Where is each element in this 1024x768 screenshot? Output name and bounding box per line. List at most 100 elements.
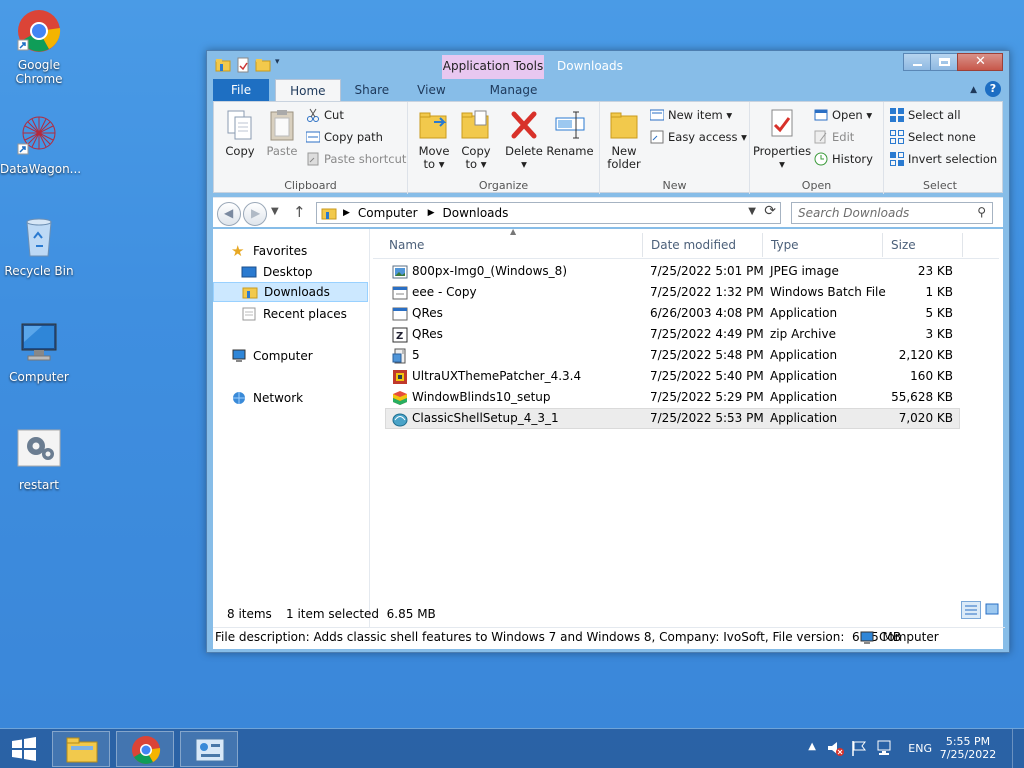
file-row[interactable]: eee - Copy 7/25/2022 1:32 PM Windows Batch… — [385, 282, 960, 303]
volume-muted-icon[interactable] — [826, 739, 844, 757]
file-name: WindowBlinds10_setup — [412, 390, 551, 404]
invert-selection-button[interactable]: Invert selection — [890, 152, 997, 166]
new-folder-button[interactable]: New folder — [604, 108, 644, 171]
taskbar-chrome[interactable] — [116, 731, 174, 767]
address-bar[interactable]: ▶ Computer ▶ Downloads ▼ ⟳ — [316, 202, 781, 224]
close-icon: ✕ — [975, 54, 986, 69]
desktop-icon-restart[interactable]: restart — [0, 428, 78, 492]
svg-text:Z: Z — [396, 331, 403, 342]
tab-share[interactable]: Share — [341, 79, 404, 101]
cut-button[interactable]: Cut — [306, 108, 344, 122]
file-row[interactable]: 5 7/25/2022 5:48 PM Application 2,120 KB — [385, 345, 960, 366]
details-view-button[interactable] — [961, 601, 981, 619]
nav-computer[interactable]: Computer — [231, 346, 361, 366]
column-header-date[interactable]: Date modified — [643, 233, 763, 257]
network-tray-icon[interactable] — [876, 739, 894, 757]
properties-button[interactable]: Properties ▾ — [752, 108, 812, 171]
tab-manage[interactable]: Manage — [476, 79, 552, 101]
open-group-label: Open — [801, 179, 832, 192]
copy-button[interactable]: Copy — [222, 108, 258, 158]
show-desktop-button[interactable] — [1012, 729, 1024, 768]
breadcrumb-computer[interactable]: Computer — [358, 206, 418, 220]
new-group: New folder New item ▾ Easy access ▾ New — [600, 102, 750, 194]
chrome-icon — [16, 8, 62, 54]
new-folder-qat-icon[interactable] — [255, 57, 271, 73]
copy-to-button[interactable]: Copy to ▾ — [456, 108, 496, 171]
file-size: 160 KB — [910, 369, 953, 383]
move-to-button[interactable]: Move to ▾ — [414, 108, 454, 171]
select-none-button[interactable]: Select none — [890, 130, 976, 144]
easy-access-button[interactable]: Easy access ▾ — [650, 130, 747, 144]
tab-view[interactable]: View — [403, 79, 459, 101]
breadcrumb-downloads[interactable]: Downloads — [443, 206, 509, 220]
new-item-button[interactable]: New item ▾ — [649, 108, 732, 122]
jpeg-icon — [392, 264, 408, 280]
desktop-icon-label: Google Chrome — [15, 58, 63, 86]
select-all-button[interactable]: Select all — [890, 108, 961, 122]
back-button[interactable]: ◀ — [217, 202, 241, 226]
desktop-icon-label: DataWagon... — [0, 162, 82, 176]
show-hidden-icons-icon[interactable]: ▲ — [808, 741, 816, 752]
nav-recent-places[interactable]: Recent places — [241, 304, 366, 324]
maximize-button[interactable] — [930, 53, 958, 71]
recent-locations-dropdown[interactable]: ▼ — [271, 206, 279, 217]
refresh-icon[interactable]: ⟳ — [764, 203, 776, 219]
location-computer-icon — [859, 631, 875, 645]
start-button[interactable] — [10, 737, 38, 761]
help-icon[interactable]: ? — [985, 81, 1001, 97]
edit-button[interactable]: Edit — [814, 130, 854, 144]
search-input[interactable]: Search Downloads ⚲ — [791, 202, 993, 224]
clock[interactable]: 5:55 PM 7/25/2022 — [938, 735, 998, 761]
minimize-icon — [913, 64, 922, 66]
nav-network[interactable]: Network — [231, 388, 361, 408]
column-header-name[interactable]: Name — [381, 233, 643, 257]
selection-info: 1 item selected 6.85 MB — [286, 607, 436, 621]
desktop-icon-computer[interactable]: Computer — [0, 320, 78, 384]
desktop-icon-datawagon[interactable]: DataWagon... — [0, 112, 82, 176]
taskbar-file-explorer[interactable] — [52, 731, 110, 767]
minimize-button[interactable] — [903, 53, 931, 71]
file-row[interactable]: QRes 6/26/2003 4:08 PM Application 5 KB — [385, 303, 960, 324]
file-row[interactable]: ClassicShellSetup_4_3_1 7/25/2022 5:53 PM… — [385, 408, 960, 429]
file-row[interactable]: UltraUXThemePatcher_4.3.4 7/25/2022 5:40 … — [385, 366, 960, 387]
action-center-flag-icon[interactable] — [850, 739, 868, 757]
language-indicator[interactable]: ENG — [908, 742, 932, 755]
taskbar-control-panel[interactable] — [180, 731, 238, 767]
column-header-type[interactable]: Type — [763, 233, 883, 257]
forward-button[interactable]: ▶ — [243, 202, 267, 226]
desktop-icon-label: Recycle Bin — [4, 264, 74, 278]
nav-downloads[interactable]: Downloads — [213, 282, 368, 302]
close-button[interactable]: ✕ — [957, 53, 1003, 71]
desktop-icon-chrome[interactable]: Google Chrome — [0, 8, 78, 86]
file-row[interactable]: Z QRes 7/25/2022 4:49 PM zip Archive 3 KB — [385, 324, 960, 345]
ribbon-collapse-icon[interactable]: ▲ — [970, 85, 977, 95]
file-row[interactable]: 800px-Img0_(Windows_8) 7/25/2022 5:01 PM J… — [385, 261, 960, 282]
large-icons-view-button[interactable] — [983, 601, 1001, 619]
history-button[interactable]: History — [814, 152, 873, 166]
file-date-modified: 7/25/2022 5:01 PM — [650, 264, 764, 278]
tab-home[interactable]: Home — [275, 79, 341, 101]
open-button[interactable]: Open ▾ — [814, 108, 872, 122]
address-dropdown-icon[interactable]: ▼ — [748, 206, 756, 217]
rename-button[interactable]: Rename — [546, 108, 594, 158]
title-bar[interactable]: ▾ Application Tools Downloads ✕ — [207, 51, 1009, 79]
file-type: Application — [770, 306, 838, 320]
column-header-size[interactable]: Size — [883, 233, 963, 257]
copy-path-button[interactable]: Copy path — [305, 130, 383, 144]
tab-file[interactable]: File — [213, 79, 270, 101]
explorer-window[interactable]: ▾ Application Tools Downloads ✕ File Hom… — [206, 50, 1010, 653]
file-row[interactable]: WindowBlinds10_setup 7/25/2022 5:29 PM App… — [385, 387, 960, 408]
nav-desktop[interactable]: Desktop — [241, 262, 361, 282]
paste-shortcut-button[interactable]: Paste shortcut — [306, 152, 406, 166]
file-name: eee - Copy — [412, 285, 477, 299]
desktop-icon-recycle-bin[interactable]: Recycle Bin — [0, 214, 78, 278]
folder-icon[interactable] — [215, 57, 231, 73]
nav-favorites[interactable]: ★ Favorites — [231, 241, 361, 261]
copy-folder-icon — [460, 108, 492, 142]
chevron-down-icon[interactable]: ▾ — [275, 57, 285, 73]
up-arrow-icon[interactable]: ↑ — [293, 203, 306, 221]
paste-button[interactable]: Paste — [264, 108, 300, 158]
file-name: QRes — [412, 327, 443, 341]
delete-button[interactable]: Delete ▾ — [504, 108, 544, 171]
properties-qat-icon[interactable] — [235, 57, 251, 73]
